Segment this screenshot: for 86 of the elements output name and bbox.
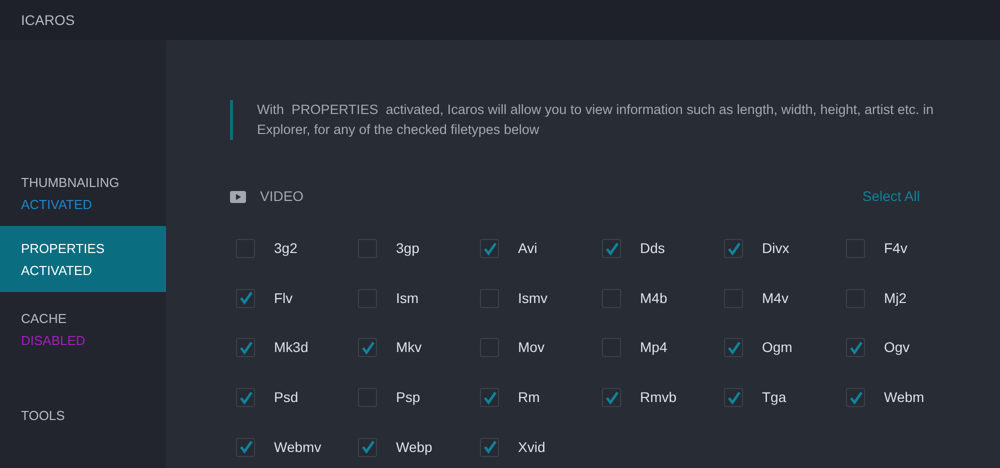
checkmark-icon bbox=[604, 242, 618, 256]
checkmark-icon bbox=[360, 440, 374, 454]
filetype-label: 3gp bbox=[396, 239, 420, 258]
checkbox[interactable] bbox=[602, 288, 621, 308]
checkmark-icon bbox=[238, 340, 252, 355]
checkbox[interactable] bbox=[846, 288, 865, 308]
filetype-label: Rm bbox=[518, 388, 540, 408]
checkmark-icon bbox=[726, 340, 740, 355]
checkbox[interactable] bbox=[846, 239, 865, 258]
checkbox[interactable] bbox=[480, 438, 499, 457]
checkbox[interactable] bbox=[480, 338, 499, 358]
sidebar-item-label: TOOLS bbox=[21, 408, 66, 422]
filetype-label: Webp bbox=[396, 438, 432, 457]
checkmark-icon bbox=[726, 390, 740, 405]
checkbox[interactable] bbox=[236, 388, 255, 408]
checkmark-icon bbox=[482, 440, 496, 454]
video-play-icon bbox=[230, 190, 246, 202]
checkbox[interactable] bbox=[358, 239, 377, 258]
filetype-label: M4b bbox=[640, 288, 668, 308]
section-title: VIDEO bbox=[260, 187, 304, 206]
filetype-label: Ogm bbox=[762, 338, 792, 358]
checkbox[interactable] bbox=[602, 338, 621, 358]
checkmark-icon bbox=[482, 390, 496, 405]
sidebar-item-label: PROPERTIES bbox=[21, 242, 106, 254]
app-title: ICAROS bbox=[21, 10, 75, 30]
checkbox[interactable] bbox=[602, 388, 621, 408]
filetype-label: Divx bbox=[762, 239, 790, 258]
checkbox[interactable] bbox=[724, 388, 743, 408]
filetype-label: Flv bbox=[274, 288, 293, 308]
filetype-label: Ogv bbox=[884, 338, 910, 358]
checkbox[interactable] bbox=[724, 338, 743, 358]
filetype-label: Rmvb bbox=[640, 388, 677, 408]
filetype-label: Webm bbox=[884, 388, 924, 408]
checkbox[interactable] bbox=[236, 288, 255, 308]
filetype-label: Mkv bbox=[396, 338, 422, 358]
description-text: With PROPERTIES activated, Icaros will allow you to view information such as length, width, height, artist etc. in Explorer, for any of the checked filetypes below bbox=[257, 101, 935, 139]
filetype-label: Avi bbox=[518, 239, 538, 258]
checkmark-icon bbox=[482, 242, 496, 256]
status-label: ACTIVATED bbox=[21, 264, 94, 276]
filetype-label: Psp bbox=[396, 388, 420, 408]
checkbox[interactable] bbox=[236, 239, 255, 258]
filetype-label: Mk3d bbox=[274, 338, 308, 358]
quote-bar bbox=[230, 100, 233, 140]
checkmark-icon bbox=[360, 340, 374, 355]
status-label: ACTIVATED bbox=[21, 198, 94, 210]
checkmark-icon bbox=[848, 390, 862, 405]
checkbox[interactable] bbox=[846, 338, 865, 358]
checkbox[interactable] bbox=[358, 338, 377, 358]
checkbox[interactable] bbox=[236, 338, 255, 358]
checkbox[interactable] bbox=[358, 438, 377, 457]
filetype-label: Tga bbox=[762, 388, 786, 408]
checkbox[interactable] bbox=[358, 288, 377, 308]
checkbox[interactable] bbox=[480, 288, 499, 308]
filetype-label: Webmv bbox=[274, 438, 322, 457]
filetype-label: Mj2 bbox=[884, 288, 907, 308]
filetype-label: Ism bbox=[396, 288, 419, 308]
sidebar-item[interactable]: TOOLS bbox=[0, 382, 166, 448]
checkbox[interactable] bbox=[358, 388, 377, 408]
checkbox[interactable] bbox=[480, 388, 499, 408]
checkbox[interactable] bbox=[236, 438, 255, 457]
checkmark-icon bbox=[604, 390, 618, 405]
filetype-label: Mp4 bbox=[640, 338, 668, 358]
filetype-label: Psd bbox=[274, 388, 298, 408]
filetype-label: Ismv bbox=[518, 288, 548, 308]
checkbox[interactable] bbox=[480, 239, 499, 258]
checkmark-icon bbox=[726, 242, 740, 256]
sidebar-item[interactable]: PROPERTIES ACTIVATED bbox=[0, 226, 166, 292]
checkmark-icon bbox=[848, 340, 862, 355]
filetype-label: M4v bbox=[762, 288, 788, 308]
sidebar-item-label: CACHE bbox=[21, 312, 68, 324]
checkmark-icon bbox=[238, 291, 252, 306]
sidebar-item[interactable]: CACHE DISABLED bbox=[0, 296, 166, 362]
filetype-label: F4v bbox=[884, 239, 908, 258]
checkbox[interactable] bbox=[602, 239, 621, 258]
sidebar-item-label: THUMBNAILING bbox=[21, 176, 120, 188]
filetype-label: Dds bbox=[640, 239, 665, 258]
status-label: DISABLED bbox=[21, 334, 86, 346]
filetype-label: 3g2 bbox=[274, 239, 298, 258]
checkmark-icon bbox=[238, 440, 252, 454]
filetype-label: Xvid bbox=[518, 438, 546, 457]
checkbox[interactable] bbox=[724, 288, 743, 308]
filetype-label: Mov bbox=[518, 338, 544, 358]
sidebar-item[interactable]: THUMBNAILING ACTIVATED bbox=[0, 160, 166, 226]
checkbox[interactable] bbox=[724, 239, 743, 258]
checkmark-icon bbox=[238, 390, 252, 405]
checkbox[interactable] bbox=[846, 388, 865, 408]
